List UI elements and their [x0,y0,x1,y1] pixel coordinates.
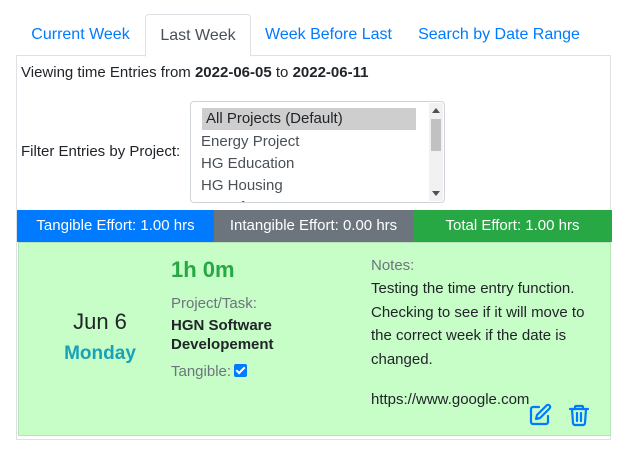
scroll-down-arrow-icon[interactable] [432,191,440,196]
viewing-prefix: Viewing time Entries from [21,64,191,81]
tangible-effort-bar: Tangible Effort: 1.00 hrs [17,210,214,242]
tab-current-week[interactable]: Current Week [16,14,145,56]
project-task-name: HGN Software Developement [171,317,274,353]
edit-icon[interactable] [528,403,552,427]
tangible-row: Tangible: [171,363,248,380]
viewing-range-text: Viewing time Entries from 2022-06-05 to … [21,64,368,81]
tab-content-panel: Viewing time Entries from 2022-06-05 to … [16,56,612,440]
project-filter-select[interactable]: All Projects (Default) Energy Project HG… [190,101,445,203]
tab-week-before-last[interactable]: Week Before Last [252,14,405,56]
tab-bar: Current Week Last Week Week Before Last … [16,14,611,57]
option-energy-project[interactable]: Energy Project [201,131,299,153]
entry-duration: 1h 0m [171,257,235,282]
trash-icon[interactable] [567,403,591,427]
notes-label: Notes: [371,257,415,274]
option-all-projects[interactable]: All Projects (Default) [202,108,416,130]
total-effort-bar: Total Effort: 1.00 hrs [413,210,612,242]
tangible-label: Tangible: [171,363,232,380]
tab-last-week[interactable]: Last Week [145,14,251,57]
entry-weekday: Monday [64,343,136,364]
filter-label: Filter Entries by Project: [21,143,181,160]
tangible-checkbox[interactable] [234,364,248,377]
tab-search-by-date-range[interactable]: Search by Date Range [407,14,591,56]
notes-text: Testing the time entry function. Checkin… [371,280,585,368]
scroll-up-arrow-icon[interactable] [432,108,440,113]
project-task-label: Project/Task: [171,295,257,312]
viewing-connector: to [275,64,289,81]
viewing-to-date: 2022-06-11 [292,64,369,81]
option-hg-infrastructure[interactable]: HG Infrastructure [201,197,316,202]
select-scrollbar[interactable] [429,103,443,201]
viewing-from-date: 2022-06-05 [194,64,272,81]
notes-link: https://www.google.com [371,391,530,408]
scroll-thumb[interactable] [431,119,441,151]
intangible-effort-bar: Intangible Effort: 0.00 hrs [214,210,413,242]
option-hg-education[interactable]: HG Education [201,153,294,175]
time-entry-card: Jun 6 Monday 1h 0m Project/Task: HGN Sof… [18,242,611,436]
entry-date: Jun 6 [73,309,127,334]
option-hg-housing[interactable]: HG Housing [201,175,283,197]
